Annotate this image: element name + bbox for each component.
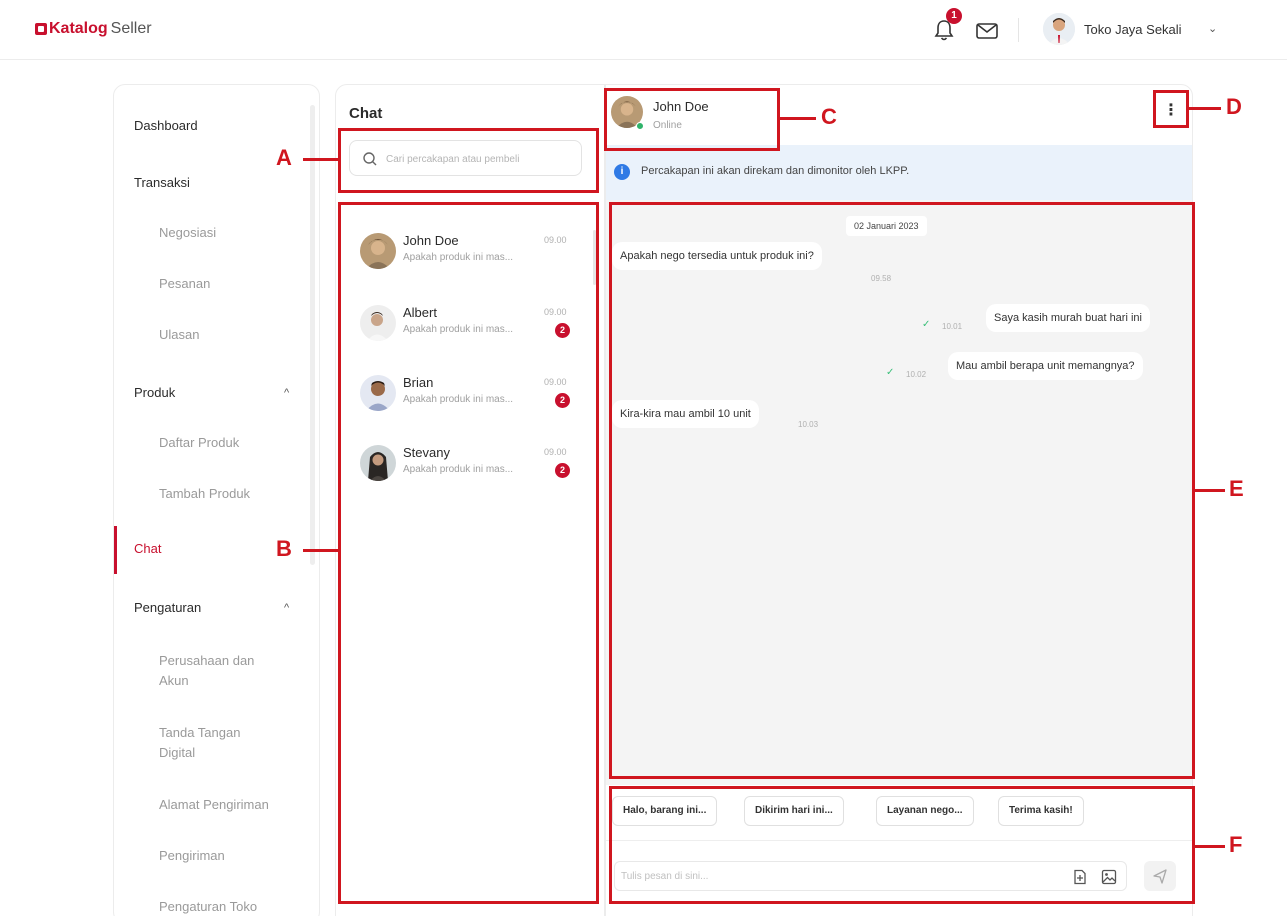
sidebar-item-produk[interactable]: Produk bbox=[134, 385, 175, 400]
annotation-box-b bbox=[338, 202, 599, 904]
sidebar-item-daftar-produk[interactable]: Daftar Produk bbox=[159, 433, 239, 453]
annotation-line-b bbox=[303, 549, 338, 552]
sidebar-item-tambah-produk[interactable]: Tambah Produk bbox=[159, 484, 250, 504]
annotation-label-e: E bbox=[1229, 476, 1244, 501]
sidebar-item-pengaturan[interactable]: Pengaturan bbox=[134, 600, 201, 615]
chevron-up-icon[interactable]: ^ bbox=[284, 602, 289, 614]
katalog-seller-logo[interactable]: Katalog Seller bbox=[35, 20, 152, 38]
logo-suffix-text: Seller bbox=[110, 20, 152, 37]
sidebar-item-perusahaan-akun[interactable]: Perusahaan dan Akun bbox=[159, 651, 269, 691]
annotation-label-f: F bbox=[1229, 832, 1243, 857]
sidebar-item-alamat-pengiriman[interactable]: Alamat Pengiriman bbox=[159, 795, 269, 815]
annotation-box-e bbox=[609, 202, 1195, 779]
annotation-line-d bbox=[1189, 107, 1221, 110]
sidebar-scrollbar[interactable] bbox=[310, 105, 315, 565]
katalog-logo-icon bbox=[35, 23, 47, 35]
sidebar-item-pengaturan-toko[interactable]: Pengaturan Toko bbox=[159, 897, 257, 916]
annotation-label-a: A bbox=[276, 145, 292, 170]
sidebar-item-transaksi[interactable]: Transaksi bbox=[134, 175, 190, 190]
sidebar-item-dashboard[interactable]: Dashboard bbox=[134, 118, 198, 133]
top-bar: Katalog Seller 1 Toko Jaya Sekali ⌄ bbox=[0, 0, 1287, 60]
sidebar-item-pesanan[interactable]: Pesanan bbox=[159, 274, 210, 294]
monitoring-notice: i Percakapan ini akan direkam dan dimoni… bbox=[606, 145, 1192, 200]
annotation-line-a bbox=[303, 158, 338, 161]
annotation-line-f bbox=[1195, 845, 1225, 848]
annotation-label-b: B bbox=[276, 536, 292, 561]
annotation-box-f bbox=[609, 786, 1195, 904]
info-icon: i bbox=[614, 164, 630, 180]
chat-panel-title: Chat bbox=[349, 105, 383, 122]
sidebar: Dashboard Transaksi Negosiasi Pesanan Ul… bbox=[113, 84, 320, 916]
user-avatar-image bbox=[1043, 13, 1075, 45]
annotation-box-d bbox=[1153, 90, 1189, 128]
mail-icon[interactable] bbox=[975, 21, 999, 41]
notice-text: Percakapan ini akan direkam dan dimonito… bbox=[641, 165, 910, 177]
annotation-label-c: C bbox=[821, 104, 837, 129]
header-divider bbox=[1018, 18, 1019, 42]
notification-badge: 1 bbox=[946, 8, 962, 24]
sidebar-item-negosiasi[interactable]: Negosiasi bbox=[159, 223, 216, 243]
annotation-line-c bbox=[780, 117, 816, 120]
annotation-box-a bbox=[338, 128, 599, 193]
annotation-box-c bbox=[604, 88, 780, 151]
user-avatar[interactable] bbox=[1043, 13, 1075, 45]
logo-brand-text: Katalog bbox=[49, 20, 108, 37]
annotation-line-e bbox=[1195, 489, 1225, 492]
chevron-up-icon[interactable]: ^ bbox=[284, 387, 289, 399]
sidebar-active-indicator bbox=[114, 526, 117, 574]
sidebar-item-chat[interactable]: Chat bbox=[134, 541, 161, 556]
sidebar-item-pengiriman[interactable]: Pengiriman bbox=[159, 846, 225, 866]
user-name[interactable]: Toko Jaya Sekali bbox=[1084, 22, 1182, 37]
sidebar-item-ulasan[interactable]: Ulasan bbox=[159, 325, 199, 345]
chevron-down-icon[interactable]: ⌄ bbox=[1208, 22, 1217, 35]
sidebar-item-tanda-tangan-digital[interactable]: Tanda Tangan Digital bbox=[159, 723, 269, 763]
annotation-label-d: D bbox=[1226, 94, 1242, 119]
